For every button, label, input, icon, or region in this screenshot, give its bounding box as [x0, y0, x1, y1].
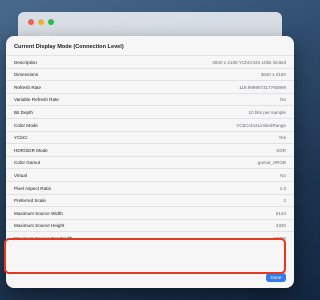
- list-row-description: Description 3840 x 2160 YCbCr444 10bit l…: [6, 55, 294, 68]
- row-value: Yes: [278, 135, 287, 141]
- row-value: No: [280, 97, 286, 103]
- row-label: Variable Refresh Rate: [14, 97, 59, 103]
- row-label: Refresh Rate: [14, 84, 42, 90]
- list-row-color-gamut: Color Gamut gamut_SRGB: [6, 155, 294, 169]
- list-row-bit-depth: Bit Depth 10 bits per sample: [6, 105, 294, 118]
- list-row-variable-refresh-rate: Variable Refresh Rate No: [6, 92, 294, 106]
- list-row-hdr-sdr-mode: HDR/SDR Mode SDR: [6, 143, 294, 156]
- row-value: 2: [283, 198, 286, 204]
- row-label: HDR/SDR Mode: [14, 147, 48, 153]
- zoom-window-icon[interactable]: [48, 19, 54, 25]
- row-label: Dimensions: [14, 72, 38, 78]
- row-value: 3840 x 2160: [260, 72, 286, 78]
- row-value: 6144: [275, 210, 286, 216]
- row-value: 10 bits per sample: [248, 109, 286, 115]
- row-label: Virtual: [14, 172, 27, 178]
- list-row-virtual: Virtual No: [6, 168, 294, 181]
- list-row-color-mode: Color Mode YCbCr444LimitedRange: [6, 117, 294, 131]
- list-row-preferred-scale: Preferred Scale 2: [6, 193, 294, 207]
- row-value: gamut_SRGB: [257, 160, 286, 166]
- background-window: [18, 12, 282, 36]
- row-label: Pixel Aspect Ratio: [14, 185, 52, 191]
- row-label: Preferred Scale: [14, 198, 46, 204]
- row-label: Color Gamut: [14, 160, 41, 166]
- close-window-icon[interactable]: [28, 19, 34, 25]
- list-row-ycbcr: YCbCr Yes: [6, 130, 294, 144]
- list-row-pixel-aspect-ratio: Pixel Aspect Ratio 1.0: [6, 180, 294, 194]
- row-label: Description: [14, 59, 37, 65]
- list-row-max-source-width: Maximum Source Width 6144: [6, 206, 294, 219]
- row-label: Maximum Source Width: [14, 210, 63, 216]
- row-value: SDR: [276, 147, 286, 153]
- row-value: 3840 x 2160 YCbCr444 10bit limited: [212, 59, 286, 65]
- sheet-title: Current Display Mode (Connection Level): [14, 44, 124, 50]
- list-row-max-source-height: Maximum Source Height 4320: [6, 218, 294, 232]
- row-label: Bit Depth: [14, 109, 33, 115]
- row-value: YCbCr444LimitedRange: [236, 122, 286, 128]
- row-label: YCbCr: [14, 135, 28, 141]
- row-label: Color Mode: [14, 122, 38, 128]
- done-button[interactable]: Done: [266, 273, 286, 282]
- row-value: No: [280, 172, 286, 178]
- row-value: 4320: [275, 223, 286, 229]
- highlight-annotation-box: [4, 238, 286, 274]
- minimize-window-icon[interactable]: [38, 19, 44, 25]
- row-label: Maximum Source Height: [14, 223, 65, 229]
- row-value: 119.999997317790999: [239, 84, 286, 90]
- display-properties-list: Description 3840 x 2160 YCbCr444 10bit l…: [6, 55, 294, 244]
- row-value: 1.0: [279, 185, 286, 191]
- list-row-refresh-rate: Refresh Rate 119.999997317790999: [6, 80, 294, 93]
- list-row-dimensions: Dimensions 3840 x 2160: [6, 67, 294, 81]
